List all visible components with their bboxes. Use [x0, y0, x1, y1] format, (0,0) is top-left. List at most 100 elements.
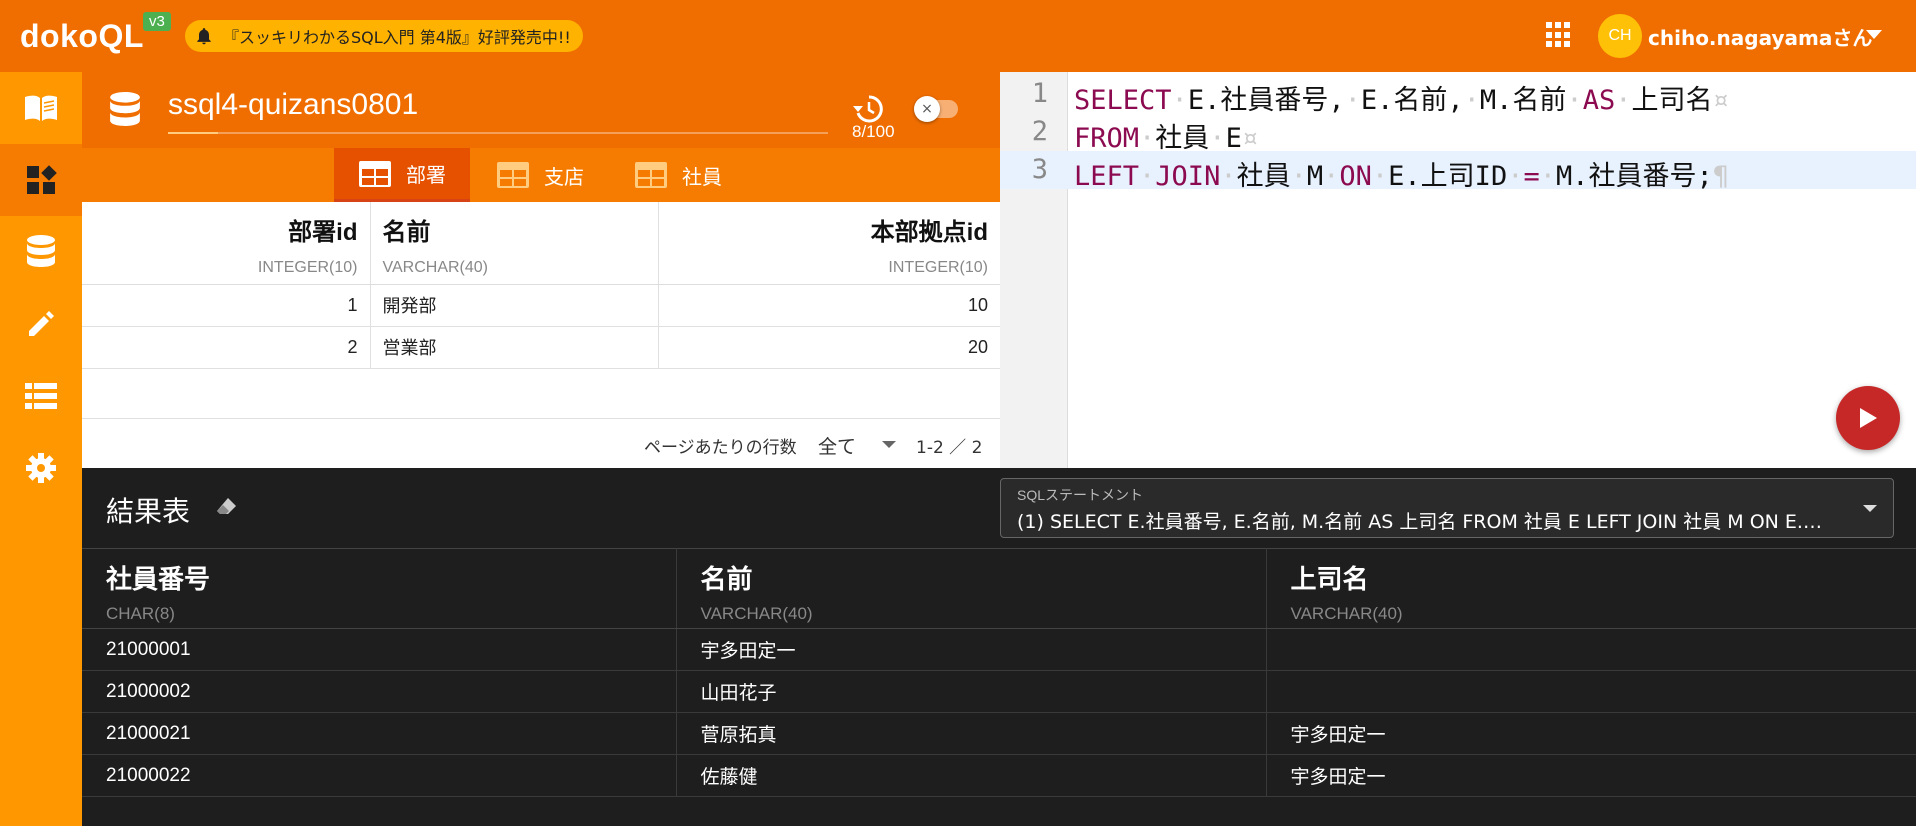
column-type: INTEGER(10) — [257, 259, 358, 276]
table-cell: 20 — [658, 326, 1000, 369]
sidebar-item-settings[interactable] — [0, 432, 82, 504]
announcement-text: 『スッキリわかるSQL入門 第4版』好評発売中!! — [223, 28, 571, 47]
bell-icon — [191, 23, 217, 49]
code-text: LEFT·JOIN·社員·M·ON·E.上司ID·=·M.社員番号;¶ — [1074, 161, 1730, 192]
column-header[interactable]: 部署id INTEGER(10) — [82, 202, 371, 285]
table-row[interactable]: 21000001 宇多田定一 — [82, 628, 1916, 671]
results-panel: 結果表 SQLステートメント (1) SELECT E.社員番号, E.名前, … — [82, 468, 1916, 826]
book-icon — [25, 95, 57, 121]
rows-per-page-select[interactable]: 全て — [818, 432, 856, 459]
apps-grid-icon[interactable] — [1546, 22, 1572, 48]
table-cell: 宇多田定一 — [1266, 712, 1916, 755]
table-cell — [1266, 628, 1916, 671]
table-preview: 部署id INTEGER(10) 名前 VARCHAR(40) 本部拠点id INTE… — [82, 202, 1000, 369]
column-header[interactable]: 名前 VARCHAR(40) — [370, 202, 659, 285]
pencil-icon — [29, 311, 54, 336]
table-cell: 佐藤健 — [676, 754, 1267, 797]
chevron-down-icon[interactable] — [882, 441, 896, 448]
history-count: 8/100 — [852, 122, 895, 141]
announcement-chip[interactable]: 『スッキリわかるSQL入門 第4版』好評発売中!! — [185, 20, 583, 52]
history-icon[interactable] — [852, 94, 884, 124]
play-icon — [1860, 408, 1877, 428]
sidebar-item-edit[interactable] — [0, 288, 82, 360]
line-number: 2 — [1031, 116, 1048, 147]
database-name-underline-active — [168, 132, 218, 134]
rows-per-page-label: ページあたりの行数 — [644, 438, 797, 458]
table-cell: 2 — [82, 326, 371, 369]
results-title: 結果表 — [106, 495, 191, 528]
sidebar-item-database[interactable] — [0, 216, 82, 288]
database-name[interactable]: ssql4-quizans0801 — [168, 88, 418, 122]
table-row[interactable]: 1 開発部 10 — [82, 284, 1000, 327]
tab-label: 支店 — [544, 164, 584, 189]
line-number: 3 — [1031, 154, 1048, 185]
sql-statement-label: SQLステートメント — [1017, 487, 1144, 503]
sql-statement-select[interactable]: SQLステートメント (1) SELECT E.社員番号, E.名前, M.名前… — [1000, 478, 1894, 538]
table-row[interactable]: 2 営業部 20 — [82, 326, 1000, 369]
table-cell: 1 — [82, 284, 371, 327]
table-cell: 10 — [658, 284, 1000, 327]
table-row[interactable]: 21000002 山田花子 — [82, 670, 1916, 713]
table-cell: 営業部 — [370, 326, 659, 369]
sql-statement-value: (1) SELECT E.社員番号, E.名前, M.名前 AS 上司名 FRO… — [1017, 511, 1837, 533]
code-line[interactable]: 1 SELECT·E.社員番号,·E.名前,·M.名前·AS·上司名¤ — [1000, 75, 1916, 116]
table-icon — [635, 162, 667, 188]
results-table: 社員番号 CHAR(8) 名前 VARCHAR(40) 上司名 VARCHAR(40)… — [82, 548, 1916, 797]
table-browser-panel: ssql4-quizans0801 8/100 × 部署 支店 社員 部署id I… — [82, 72, 1000, 468]
table-cell: 宇多田定一 — [1266, 754, 1916, 797]
database-header: ssql4-quizans0801 8/100 × — [82, 72, 1000, 148]
column-type: VARCHAR(40) — [1290, 604, 1403, 623]
database-icon — [110, 91, 140, 126]
username[interactable]: chiho.nagayamaさん — [1648, 22, 1872, 51]
tab-label: 部署 — [406, 163, 446, 187]
sidebar-item-book[interactable] — [0, 72, 82, 144]
column-header[interactable]: 社員番号 CHAR(8) — [82, 548, 677, 629]
line-number: 1 — [1031, 78, 1048, 109]
app-logo[interactable]: dokoQL — [20, 18, 144, 55]
tab-shiten[interactable]: 支店 — [472, 148, 608, 202]
table-cell: 21000001 — [82, 628, 677, 671]
top-app-bar: dokoQL v3 『スッキリわかるSQL入門 第4版』好評発売中!! CH c… — [0, 0, 1916, 72]
sidebar — [0, 72, 82, 826]
run-button[interactable] — [1836, 386, 1900, 450]
code-line[interactable]: 2 FROM·社員·E¤ — [1000, 113, 1916, 154]
column-header[interactable]: 本部拠点id INTEGER(10) — [658, 202, 1000, 285]
database-name-underline — [168, 132, 828, 134]
gear-icon — [26, 453, 56, 483]
table-icon — [497, 162, 529, 188]
column-type: VARCHAR(40) — [700, 604, 813, 623]
table-cell — [1266, 670, 1916, 713]
table-cell: 宇多田定一 — [676, 628, 1267, 671]
table-cell: 21000022 — [82, 754, 677, 797]
chevron-down-icon[interactable] — [1866, 30, 1882, 39]
code-text: FROM·社員·E¤ — [1074, 123, 1259, 154]
widgets-icon — [27, 165, 57, 194]
table-tabs: 部署 支店 社員 — [82, 148, 1000, 202]
table-icon — [359, 160, 391, 187]
column-type: INTEGER(10) — [888, 259, 988, 276]
code-text: SELECT·E.社員番号,·E.名前,·M.名前·AS·上司名¤ — [1074, 85, 1729, 116]
avatar[interactable]: CH — [1598, 14, 1642, 58]
version-badge: v3 — [143, 12, 171, 31]
toggle-switch[interactable]: × — [914, 96, 940, 122]
sidebar-item-list[interactable] — [0, 360, 82, 432]
tab-busho[interactable]: 部署 — [334, 148, 470, 202]
column-header[interactable]: 名前 VARCHAR(40) — [676, 548, 1267, 629]
table-row[interactable]: 21000022 佐藤健 宇多田定一 — [82, 754, 1916, 797]
chevron-down-icon[interactable] — [1863, 505, 1877, 512]
column-type: CHAR(8) — [106, 604, 175, 623]
pagination: ページあたりの行数 全て 1-2 ／ 2 — [82, 418, 1000, 468]
database-icon — [27, 235, 55, 267]
table-row[interactable]: 21000021 菅原拓真 宇多田定一 — [82, 712, 1916, 755]
tab-label: 社員 — [682, 164, 722, 189]
column-header[interactable]: 上司名 VARCHAR(40) — [1266, 548, 1916, 629]
eraser-icon[interactable] — [216, 496, 238, 516]
table-cell: 開発部 — [370, 284, 659, 327]
table-cell: 山田花子 — [676, 670, 1267, 713]
tab-shain[interactable]: 社員 — [610, 148, 746, 202]
column-type: VARCHAR(40) — [382, 259, 489, 276]
code-line-current[interactable]: 3 LEFT·JOIN·社員·M·ON·E.上司ID·=·M.社員番号;¶ — [1000, 151, 1916, 192]
sql-editor[interactable]: 1 SELECT·E.社員番号,·E.名前,·M.名前·AS·上司名¤ 2 FR… — [1000, 72, 1916, 468]
table-cell: 21000021 — [82, 712, 677, 755]
sidebar-item-widgets[interactable] — [0, 144, 82, 216]
